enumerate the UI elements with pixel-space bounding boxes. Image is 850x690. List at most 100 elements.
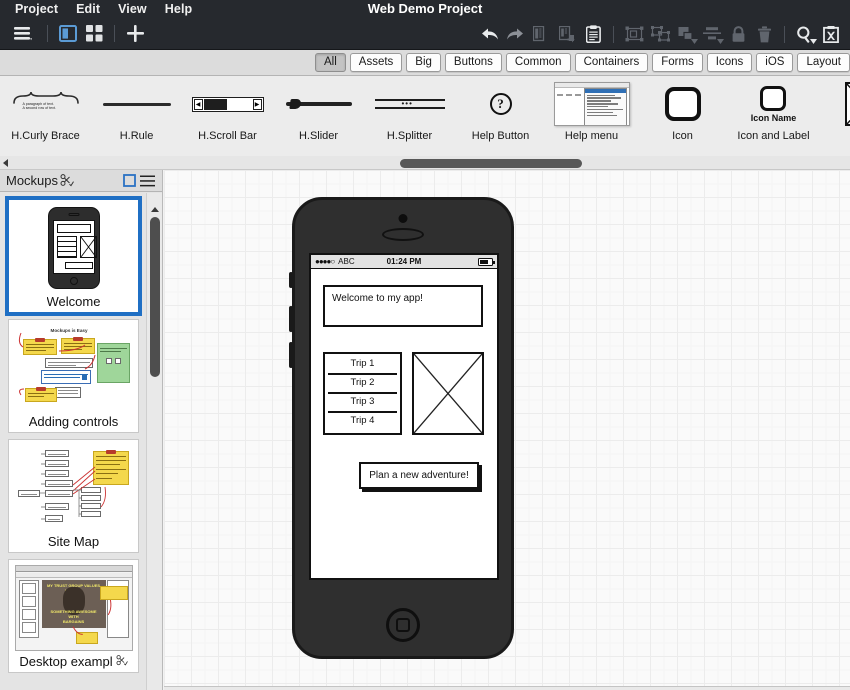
copy-button[interactable] (528, 21, 554, 47)
ungroup-button[interactable] (647, 21, 673, 47)
library-item-curly-brace[interactable]: A paragraph of text. A second row of tex… (0, 76, 91, 156)
mockup-item-welcome[interactable]: Welcome (5, 196, 142, 316)
list-item[interactable]: Trip 3 (328, 394, 397, 413)
menu-items: Project Edit View Help (0, 0, 201, 18)
library-item-help-button[interactable]: ? Help Button (455, 76, 546, 156)
list-item[interactable]: Trip 4 (328, 413, 397, 432)
plan-adventure-button[interactable]: Plan a new adventure! (359, 462, 479, 489)
arrange-button[interactable] (673, 21, 699, 47)
menu-help[interactable]: Help (156, 0, 202, 18)
menu-button[interactable] (8, 21, 40, 47)
library-item-label: Icon and Label (737, 130, 810, 142)
library-item-icon[interactable]: Icon (637, 76, 728, 156)
curly-brace-widget: A paragraph of text. A second row of tex… (3, 78, 89, 130)
trip-list[interactable]: Trip 1 Trip 2 Trip 3 Trip 4 (323, 352, 402, 435)
library-item-hrule[interactable]: H.Rule (91, 76, 182, 156)
phone-mockup-thumb (14, 204, 134, 292)
notes-diagram-thumb: Mockups is Easy (14, 324, 134, 412)
battery-icon (478, 257, 495, 266)
library-category-tabs: All Assets Big Buttons Common Containers… (315, 53, 850, 72)
menu-project[interactable]: Project (6, 0, 67, 18)
carrier-label: ABC (338, 257, 355, 266)
library-category-bar: All Assets Big Buttons Common Containers… (0, 50, 850, 76)
mockup-item-site-map[interactable]: Site Map (8, 439, 139, 553)
phone-mockup[interactable]: ●●●●○ ABC 01:24 PM Welcome to my app! Tr… (289, 197, 514, 659)
widget-library: A paragraph of text. A second row of tex… (0, 76, 850, 156)
library-item-label: I (820, 130, 850, 142)
phone-screen[interactable]: ●●●●○ ABC 01:24 PM Welcome to my app! Tr… (309, 253, 499, 580)
paste-button[interactable] (580, 21, 606, 47)
widget-library-items: A paragraph of text. A second row of tex… (0, 76, 850, 156)
category-tab-assets[interactable]: Assets (349, 53, 403, 72)
category-tab-all[interactable]: All (315, 53, 346, 72)
vertical-scrollbar-thumb[interactable] (150, 217, 160, 377)
duplicate-button[interactable] (554, 21, 580, 47)
menu-edit[interactable]: Edit (67, 0, 109, 18)
signal-icon: ●●●●○ (315, 257, 335, 266)
square-select-icon[interactable] (120, 172, 138, 190)
phone-home-button[interactable] (386, 608, 420, 642)
menu-view[interactable]: View (109, 0, 156, 18)
close-button[interactable] (818, 21, 844, 47)
mockups-list[interactable]: Welcome Mockups is Easy Adding controls … (0, 193, 147, 690)
zoom-button[interactable] (792, 21, 818, 47)
mockups-panel-scrollbar[interactable] (146, 193, 162, 690)
status-time: 01:24 PM (386, 257, 422, 266)
category-tab-forms[interactable]: Forms (652, 53, 703, 72)
library-item-hslider[interactable]: H.Slider (273, 76, 364, 156)
category-tab-containers[interactable]: Containers (574, 53, 649, 72)
library-item-label: H.Slider (298, 130, 339, 142)
library-item-label: Icon (672, 130, 693, 142)
image-placeholder[interactable] (412, 352, 484, 435)
horizontal-scrollbar-thumb[interactable] (400, 159, 582, 168)
add-mockup-button[interactable] (122, 21, 148, 47)
redo-button[interactable] (502, 21, 528, 47)
editor-canvas[interactable]: ●●●●○ ABC 01:24 PM Welcome to my app! Tr… (164, 170, 850, 690)
scroll-left-arrow-icon[interactable] (3, 159, 8, 167)
mockup-item-desktop-example[interactable]: MY TRUST GROUP VALUESI'M SAFE SOMETHING … (8, 559, 139, 673)
help-menu-widget (549, 78, 635, 130)
welcome-textbox[interactable]: Welcome to my app! (323, 285, 483, 327)
category-tab-buttons[interactable]: Buttons (444, 53, 502, 72)
phone-camera-icon (398, 214, 408, 223)
library-item-hscrollbar[interactable]: ◀ ▶ H.Scroll Bar (182, 76, 273, 156)
align-button[interactable] (699, 21, 725, 47)
undo-button[interactable] (476, 21, 502, 47)
scroll-up-arrow-icon[interactable] (151, 207, 159, 212)
category-tab-icons[interactable]: Icons (706, 53, 753, 72)
phone-volume-up-button (289, 306, 293, 332)
delete-button[interactable] (751, 21, 777, 47)
list-item[interactable]: Trip 2 (328, 375, 397, 394)
category-tab-ios[interactable]: iOS (756, 53, 794, 72)
panel-toggle-button[interactable] (55, 21, 81, 47)
lock-button[interactable] (725, 21, 751, 47)
mockup-item-label: Site Map (47, 534, 100, 549)
link-icon (116, 654, 128, 669)
category-tab-common[interactable]: Common (505, 53, 571, 72)
library-item-label: H.Rule (119, 130, 154, 142)
status-bar (164, 686, 850, 690)
list-item[interactable]: Trip 1 (328, 356, 397, 375)
library-item-help-menu[interactable]: Help menu (546, 76, 637, 156)
hamburger-menu-icon[interactable] (138, 172, 156, 190)
category-tab-layout[interactable]: Layout (797, 53, 850, 72)
grid-toggle-button[interactable] (81, 21, 107, 47)
mockup-item-label: Welcome (46, 294, 101, 309)
library-item-image[interactable]: I (819, 76, 850, 156)
library-item-hsplitter[interactable]: ••• H.Splitter (364, 76, 455, 156)
link-icon[interactable] (58, 172, 76, 190)
main-toolbar (0, 18, 850, 50)
toolbar-divider-4 (784, 25, 785, 43)
group-button[interactable] (621, 21, 647, 47)
horizontal-scrollbar-widget: ◀ ▶ (185, 78, 271, 130)
category-tab-big[interactable]: Big (406, 53, 441, 72)
phone-speaker-icon (382, 228, 424, 241)
mockup-item-adding-controls[interactable]: Mockups is Easy Adding controls (8, 319, 139, 433)
toolbar-divider-3 (613, 25, 614, 43)
mockups-panel-header: Mockups (0, 170, 162, 192)
horizontal-rule-widget (94, 78, 180, 130)
help-button-widget: ? (458, 78, 544, 130)
library-item-icon-and-label[interactable]: Icon Name Icon and Label (728, 76, 819, 156)
phone-side-button-1 (289, 272, 293, 288)
library-horizontal-scrollbar[interactable] (0, 156, 850, 170)
